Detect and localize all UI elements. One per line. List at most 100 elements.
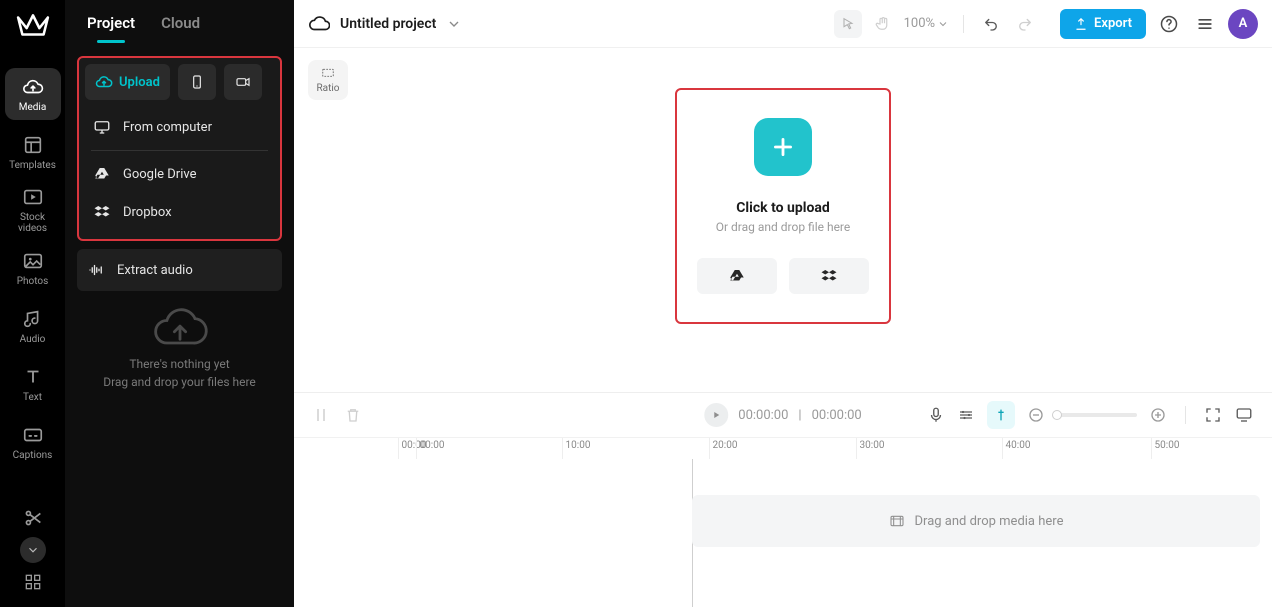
project-name[interactable]: Untitled project [340,16,436,32]
upload-button[interactable]: Upload [85,64,170,100]
hand-tool[interactable] [870,11,896,37]
redo-button[interactable] [1012,11,1038,37]
ruler-tick [709,438,710,459]
upload-item-label: Google Drive [123,167,196,182]
redo-icon [1016,15,1034,33]
rail-label: Templates [9,160,56,171]
rail-label: Stock videos [5,212,61,234]
rail-label: Media [19,102,47,113]
extract-audio[interactable]: Extract audio [79,251,280,289]
text-icon [22,366,44,388]
fullscreen-icon[interactable] [1204,406,1222,424]
zoom-out-icon[interactable] [1027,406,1045,424]
play-button[interactable] [704,403,728,427]
templates-icon [22,134,44,156]
zoom-in-icon[interactable] [1149,406,1167,424]
upload-label: Upload [119,75,160,90]
scissors-icon[interactable] [22,507,44,529]
media-lane-empty[interactable]: Drag and drop media here [692,495,1260,547]
ruler-tick [562,438,563,459]
canvas-dropzone[interactable]: Click to upload Or drag and drop file he… [675,88,891,324]
upload-google-drive[interactable]: Google Drive [85,155,274,193]
rail-item-audio[interactable]: Audio [5,300,61,352]
play-icon [710,409,722,421]
split-icon[interactable] [312,406,330,424]
timecode-sep: | [798,408,801,423]
photos-icon [22,250,44,272]
cloud-icon[interactable] [308,13,330,35]
grid-icon[interactable] [22,571,44,593]
captions-icon [22,424,44,446]
cursor-icon [840,16,856,32]
google-drive-icon [728,267,746,285]
upload-dropbox[interactable]: Dropbox [85,193,274,231]
rail-item-text[interactable]: Text [5,358,61,410]
undo-icon [982,15,1000,33]
plus-icon [770,134,796,160]
undo-button[interactable] [978,11,1004,37]
dropzone-subtitle: Or drag and drop file here [716,220,851,234]
left-rail: Media Templates Stock videos Photos Audi… [0,0,65,607]
rail-item-photos[interactable]: Photos [5,242,61,294]
preview-icon[interactable] [1234,406,1254,424]
dropzone-dropbox[interactable] [789,258,869,294]
camera-icon [235,74,251,90]
ruler-tick [416,438,417,459]
ruler-tick [398,438,399,459]
rail-item-captions[interactable]: Captions [5,416,61,468]
snap-toggle[interactable] [987,401,1015,429]
timeline-ruler[interactable]: 00:0000:0010:0020:0030:0040:0050:00 [294,437,1272,459]
magnet-icon [993,407,1009,423]
ruler-tick [1151,438,1152,459]
upload-plus-button[interactable] [754,118,812,176]
dropbox-icon [820,267,838,285]
export-button[interactable]: Export [1060,9,1146,39]
rail-item-templates[interactable]: Templates [5,126,61,178]
rail-item-stock[interactable]: Stock videos [5,184,61,236]
mic-icon[interactable] [927,406,945,424]
ruler-label: 30:00 [860,440,885,451]
rail-label: Audio [20,334,46,345]
upload-camera-button[interactable] [224,64,262,100]
rail-label: Text [23,392,42,403]
zoom-slider[interactable] [1057,413,1137,417]
topbar: Untitled project 100% [294,0,1272,48]
zoom-level[interactable]: 100% [904,16,949,31]
ruler-label: 40:00 [1006,440,1031,451]
menu-button[interactable] [1192,11,1218,37]
zoom-thumb[interactable] [1052,410,1062,420]
extract-audio-label: Extract audio [117,263,193,278]
ruler-label: 10:00 [566,440,591,451]
timecode-total: 00:00:00 [812,408,862,423]
chevron-down-icon[interactable] [446,16,462,32]
upload-phone-button[interactable] [178,64,216,100]
avatar[interactable]: A [1228,9,1258,39]
ruler-tick [1002,438,1003,459]
trash-icon[interactable] [344,406,362,424]
upload-from-computer[interactable]: From computer [85,108,274,146]
ratio-button[interactable]: Ratio [308,60,348,100]
help-icon [1159,14,1179,34]
help-button[interactable] [1156,11,1182,37]
rail-label: Captions [13,450,53,461]
google-drive-icon [93,165,111,183]
cloud-upload-icon [22,76,44,98]
ratio-icon [319,67,337,81]
ruler-label: 00:00 [420,440,445,451]
app-logo[interactable] [11,10,55,42]
timeline-body[interactable]: Drag and drop media here [294,459,1272,607]
tab-cloud[interactable]: Cloud [161,14,200,42]
menu-icon [1195,14,1215,34]
timeline: 00:00:00 | 00:00:00 [294,392,1272,607]
rail-expand-toggle[interactable] [20,537,46,563]
cursor-tool[interactable] [834,10,862,38]
timecode-current: 00:00:00 [738,408,788,423]
empty-line-1: There's nothing yet [129,357,229,371]
dropbox-icon [93,203,111,221]
rail-item-media[interactable]: Media [5,68,61,120]
tab-project[interactable]: Project [87,14,135,42]
dropzone-google-drive[interactable] [697,258,777,294]
media-empty-state[interactable]: There's nothing yet Drag and drop your f… [65,291,294,607]
canvas: Ratio Click to upload Or drag and drop f… [294,48,1272,392]
timeline-settings-icon[interactable] [957,406,975,424]
